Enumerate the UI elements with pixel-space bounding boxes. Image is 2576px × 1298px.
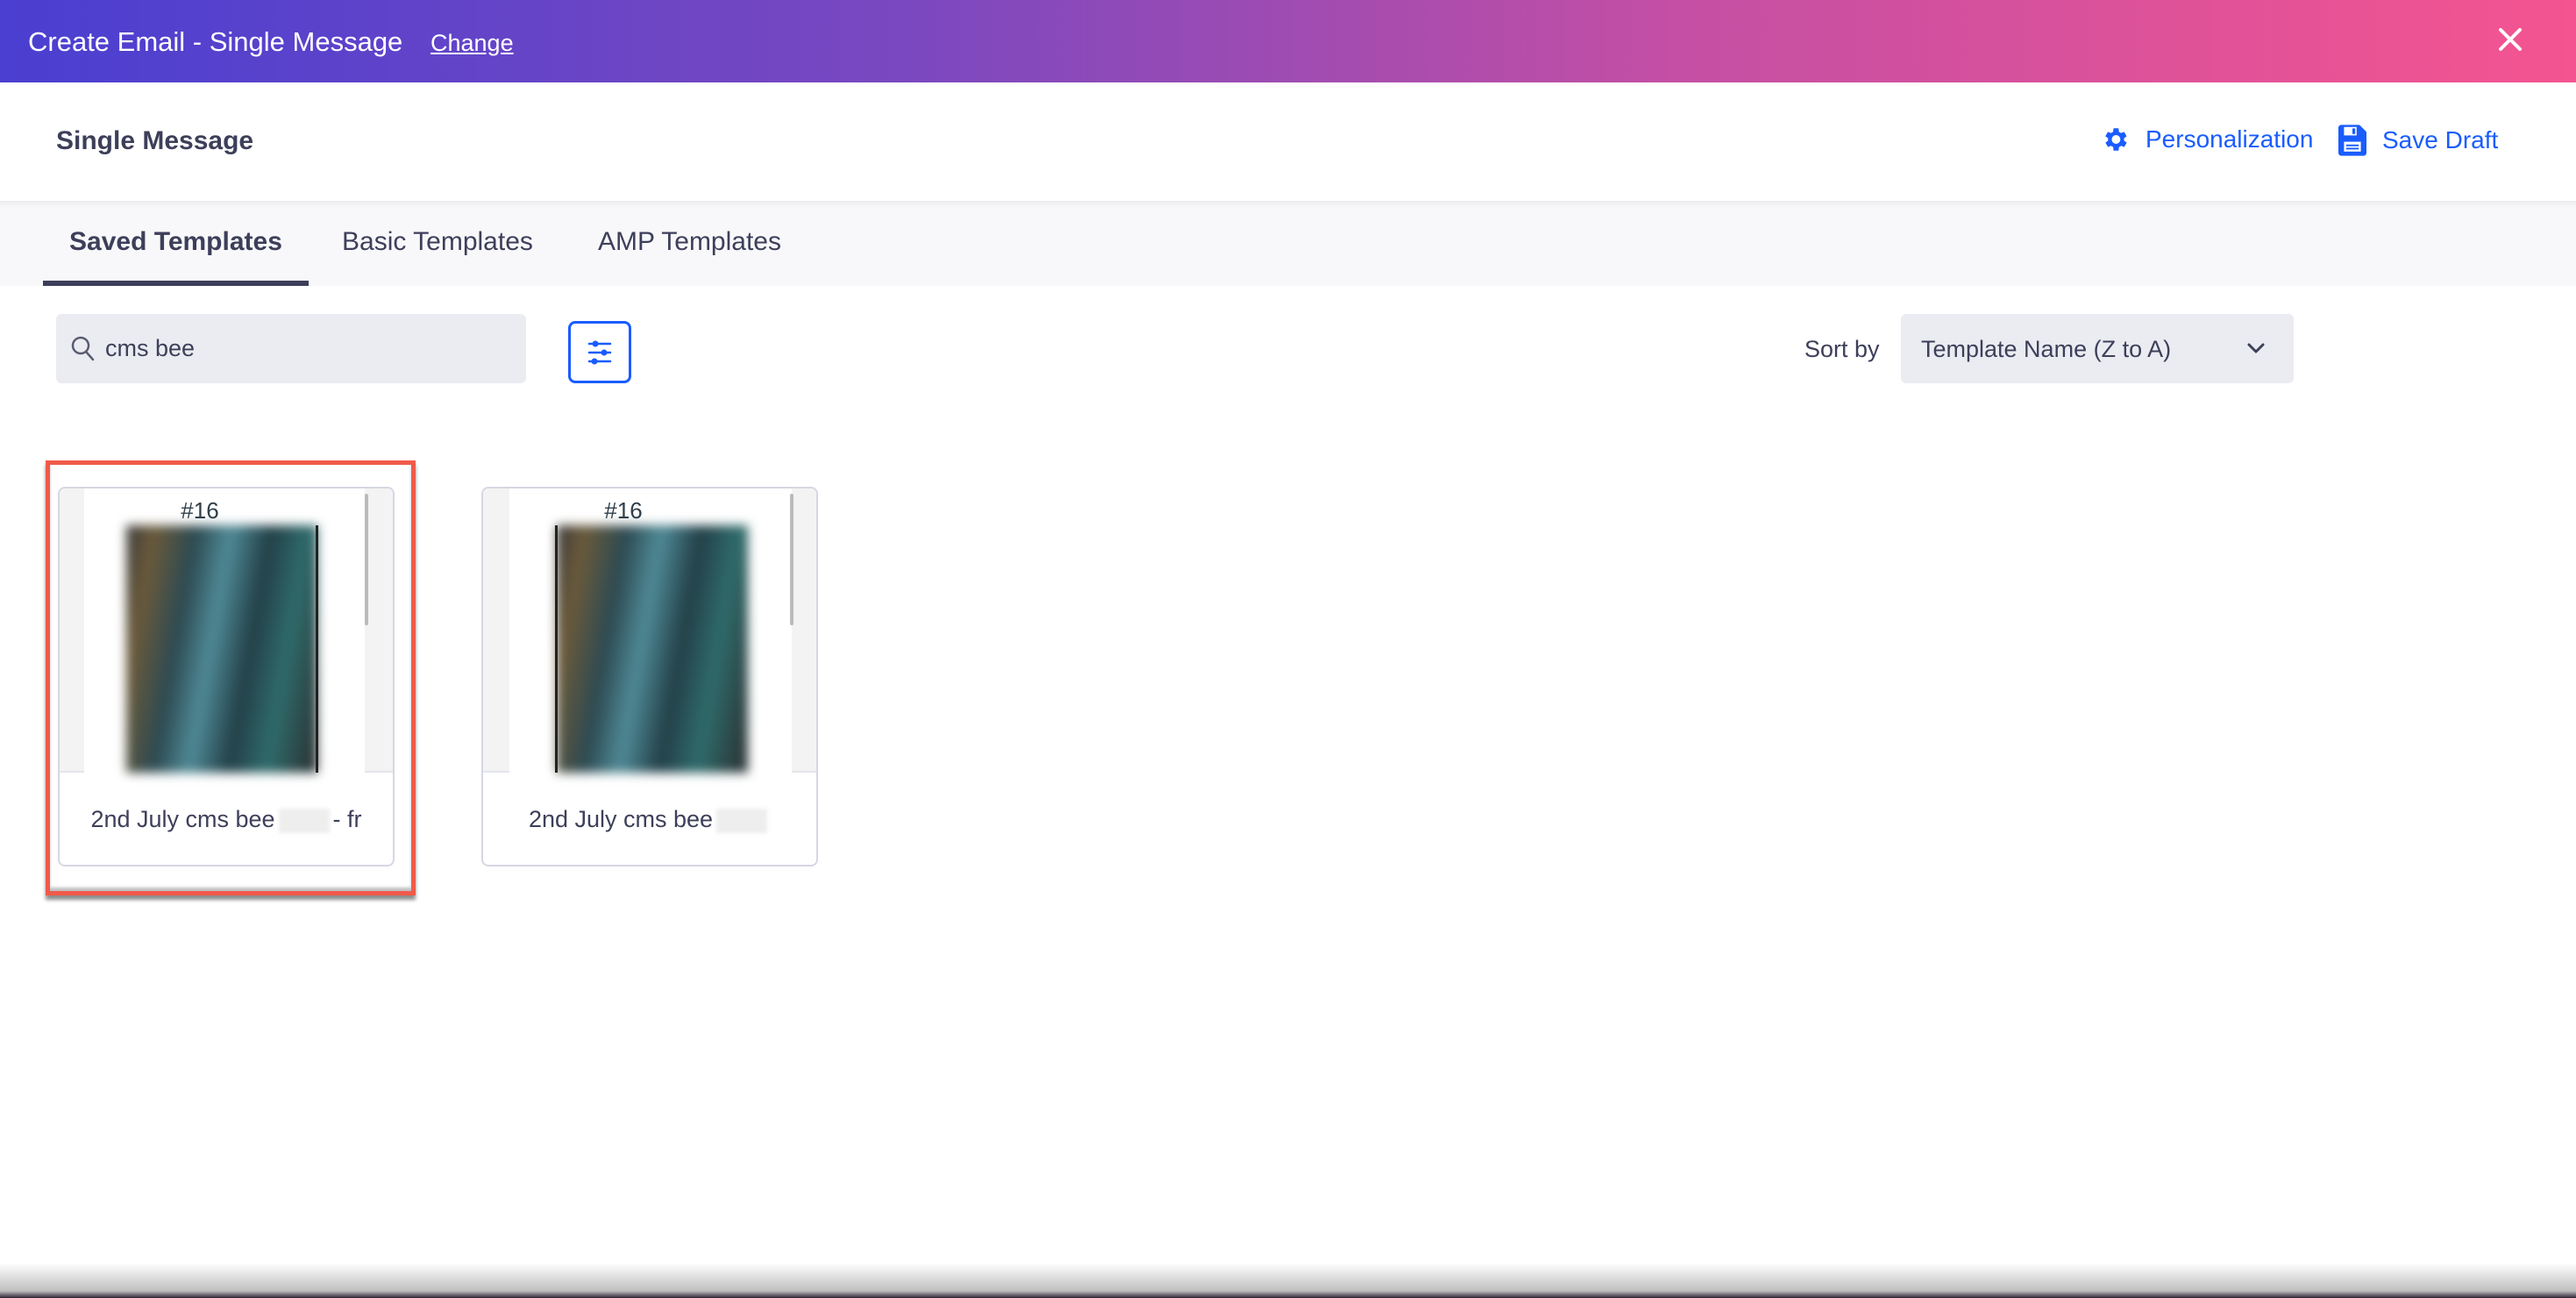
personalization-button[interactable]: Personalization: [2100, 125, 2313, 154]
filter-button[interactable]: [568, 321, 631, 383]
sort-dropdown[interactable]: Template Name (Z to A): [1901, 314, 2294, 383]
preview-title: #16: [181, 497, 219, 524]
save-icon: [2338, 125, 2366, 156]
tab-basic-templates[interactable]: Basic Templates: [342, 227, 533, 257]
template-name-text: 2nd July cms bee: [528, 806, 714, 832]
sliders-icon: [587, 340, 612, 365]
preview-scrollbar[interactable]: [790, 494, 793, 625]
search-box[interactable]: [56, 314, 526, 383]
template-name-suffix: - fr: [332, 806, 362, 832]
change-link[interactable]: Change: [431, 30, 514, 57]
save-draft-button[interactable]: Save Draft: [2338, 125, 2498, 156]
gear-icon: [2105, 128, 2127, 151]
modal-bottom-shadow: [0, 1263, 2576, 1298]
search-input[interactable]: [105, 314, 509, 383]
sort-value: Template Name (Z to A): [1921, 336, 2172, 362]
preview-divider: [316, 525, 318, 773]
tab-amp-templates[interactable]: AMP Templates: [598, 227, 781, 257]
message-type-title: Single Message: [56, 126, 254, 155]
preview-image: [557, 525, 748, 773]
modal-title: Create Email - Single Message: [28, 26, 403, 57]
template-name-text: 2nd July cms bee: [90, 806, 275, 832]
preview-divider: [555, 525, 558, 773]
chevron-down-icon: [2247, 343, 2265, 353]
search-icon: [71, 336, 95, 361]
template-preview: #16: [483, 489, 816, 773]
preview-scrollbar[interactable]: [365, 494, 368, 625]
close-icon: [2499, 28, 2522, 51]
redacted-text: [278, 808, 330, 833]
close-button[interactable]: [2493, 19, 2528, 60]
template-card[interactable]: #16 2nd July cms bee - fr: [58, 487, 395, 867]
template-name: 2nd July cms bee - fr: [60, 806, 393, 833]
redacted-text: [716, 808, 768, 833]
template-tabs: Saved Templates Basic Templates AMP Temp…: [0, 201, 2576, 286]
save-draft-label: Save Draft: [2382, 126, 2499, 153]
preview-image: [126, 525, 317, 773]
template-preview: #16: [60, 489, 393, 773]
personalization-label: Personalization: [2145, 125, 2314, 153]
preview-title: #16: [604, 497, 643, 524]
template-name: 2nd July cms bee: [483, 806, 816, 833]
template-card[interactable]: #16 2nd July cms bee: [481, 487, 818, 867]
sort-label: Sort by: [1804, 336, 1880, 362]
active-tab-indicator: [43, 281, 309, 286]
tab-saved-templates[interactable]: Saved Templates: [69, 227, 282, 257]
modal-header: Create Email - Single Message Change: [0, 0, 2576, 82]
subheader: Single Message Personalization Save Draf…: [0, 82, 2576, 201]
